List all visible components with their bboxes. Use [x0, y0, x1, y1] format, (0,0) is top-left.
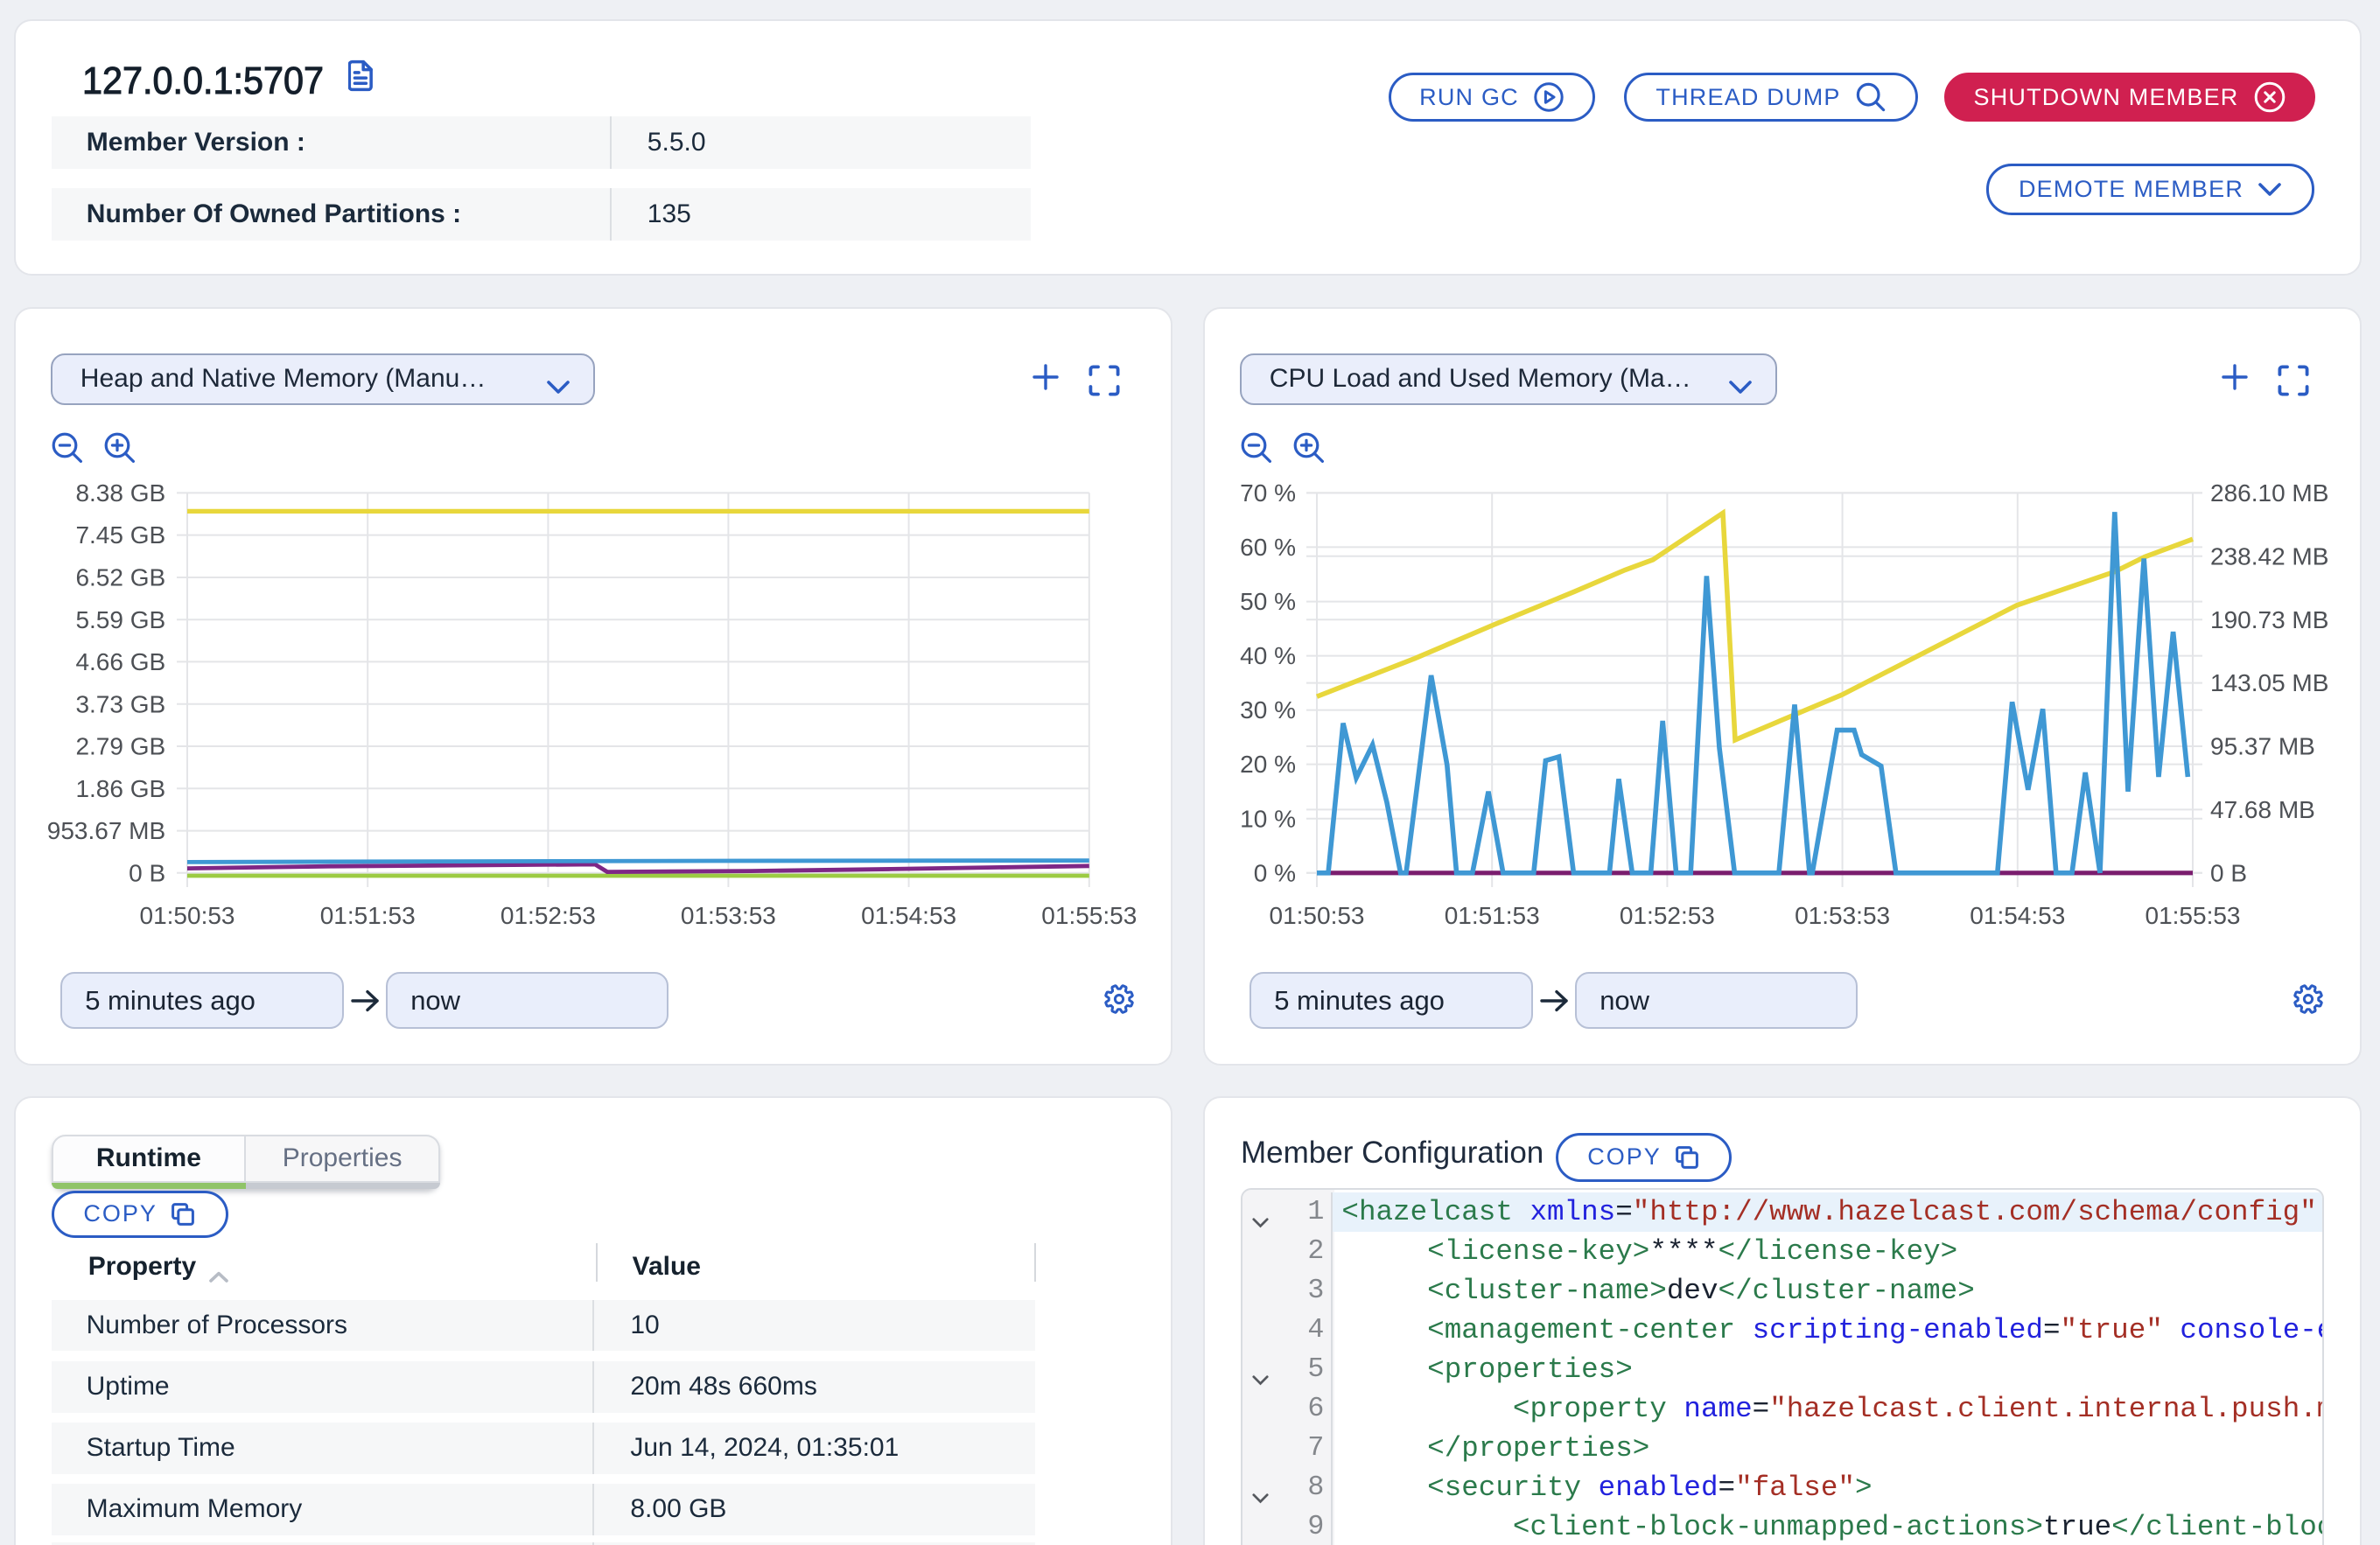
svg-text:4.66 GB: 4.66 GB [75, 648, 165, 675]
svg-text:47.68 MB: 47.68 MB [2210, 796, 2315, 823]
svg-text:6.52 GB: 6.52 GB [75, 563, 165, 591]
svg-text:2.79 GB: 2.79 GB [75, 732, 165, 759]
svg-text:30 %: 30 % [1240, 696, 1296, 724]
svg-text:143.05 MB: 143.05 MB [2210, 669, 2328, 696]
svg-text:953.67 MB: 953.67 MB [47, 817, 165, 844]
svg-text:01:54:53: 01:54:53 [861, 902, 956, 929]
svg-text:0 B: 0 B [129, 859, 165, 886]
svg-text:190.73 MB: 190.73 MB [2210, 605, 2328, 633]
svg-text:20 %: 20 % [1240, 751, 1296, 778]
svg-text:01:55:53: 01:55:53 [1041, 902, 1137, 929]
svg-text:01:52:53: 01:52:53 [1620, 902, 1715, 929]
svg-text:50 %: 50 % [1240, 588, 1296, 615]
svg-text:238.42 MB: 238.42 MB [2210, 542, 2328, 570]
svg-text:01:50:53: 01:50:53 [140, 902, 235, 929]
svg-text:01:53:53: 01:53:53 [681, 902, 776, 929]
svg-text:60 %: 60 % [1240, 534, 1296, 561]
svg-text:95.37 MB: 95.37 MB [2210, 732, 2315, 759]
svg-text:01:51:53: 01:51:53 [1445, 902, 1540, 929]
svg-text:01:52:53: 01:52:53 [500, 902, 596, 929]
svg-text:286.10 MB: 286.10 MB [2210, 479, 2328, 507]
svg-text:3.73 GB: 3.73 GB [75, 690, 165, 717]
svg-text:1.86 GB: 1.86 GB [75, 774, 165, 801]
svg-text:7.45 GB: 7.45 GB [75, 521, 165, 549]
svg-text:01:50:53: 01:50:53 [1270, 902, 1365, 929]
svg-text:01:55:53: 01:55:53 [2146, 902, 2241, 929]
svg-text:5.59 GB: 5.59 GB [75, 605, 165, 633]
svg-text:01:54:53: 01:54:53 [1970, 902, 2065, 929]
svg-text:01:51:53: 01:51:53 [320, 902, 416, 929]
svg-text:0 %: 0 % [1254, 859, 1296, 886]
svg-text:0 B: 0 B [2210, 859, 2247, 886]
svg-text:01:53:53: 01:53:53 [1795, 902, 1890, 929]
svg-text:40 %: 40 % [1240, 642, 1296, 669]
svg-text:8.38 GB: 8.38 GB [75, 479, 165, 507]
svg-text:70 %: 70 % [1240, 479, 1296, 507]
svg-text:10 %: 10 % [1240, 805, 1296, 832]
